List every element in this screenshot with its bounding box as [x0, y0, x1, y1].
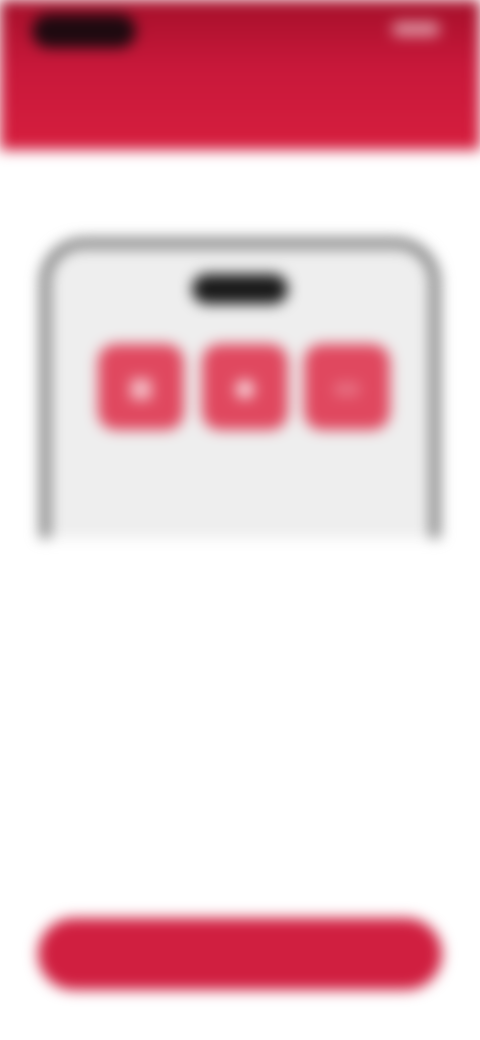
step-labels — [0, 176, 480, 200]
dynamic-island — [192, 274, 288, 304]
message-icon: ▭ — [304, 344, 390, 430]
status-bar-pill — [32, 14, 136, 48]
status-bar-indicators — [392, 22, 440, 36]
phone-illustration: ▦ ◉ ▭ — [40, 238, 440, 538]
camera-icon: ◉ — [202, 344, 288, 430]
grid-icon: ▦ — [98, 344, 184, 430]
app-header — [0, 0, 480, 150]
continue-button[interactable] — [38, 918, 442, 990]
instructions — [28, 556, 452, 586]
